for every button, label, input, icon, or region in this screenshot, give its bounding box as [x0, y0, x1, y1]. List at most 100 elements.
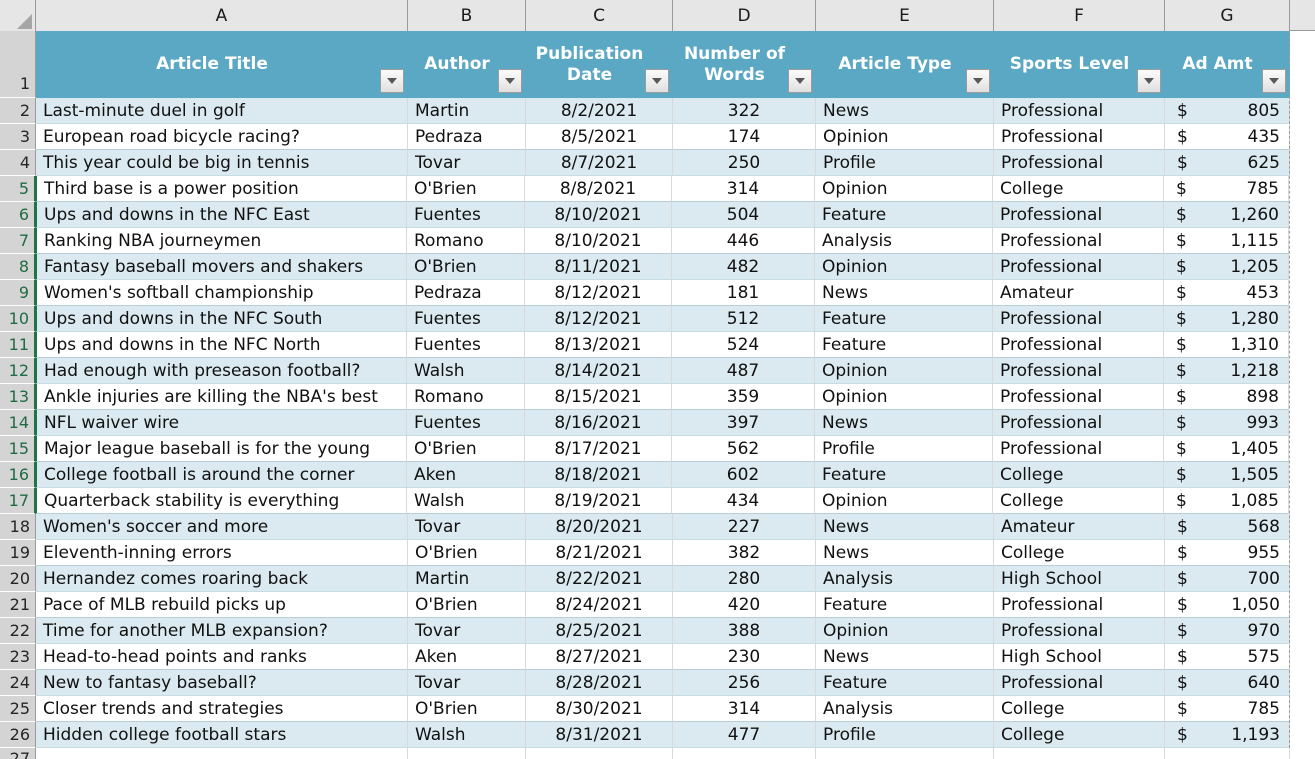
- table-row[interactable]: 24 New to fantasy baseball? Tovar 8/28/2021…: [0, 670, 1315, 696]
- cell-article-type[interactable]: Feature: [815, 332, 993, 358]
- column-header-d[interactable]: D: [673, 0, 816, 31]
- cell-author[interactable]: Romano: [407, 228, 525, 254]
- row-header-1[interactable]: 1: [0, 31, 36, 98]
- cell-publication-date[interactable]: 8/20/2021: [526, 514, 673, 540]
- cell-article-title[interactable]: Women's softball championship: [35, 280, 407, 306]
- cell-article-type[interactable]: Opinion: [815, 384, 993, 410]
- cell-sports-level[interactable]: Professional: [993, 384, 1164, 410]
- cell-ad-amt[interactable]: $898: [1164, 384, 1289, 410]
- cell-article-title[interactable]: Ups and downs in the NFC North: [35, 332, 407, 358]
- row-header-number[interactable]: 16: [0, 462, 36, 488]
- cell-number-of-words[interactable]: 512: [672, 306, 815, 332]
- cell-article-title[interactable]: Third base is a power position: [35, 176, 407, 202]
- cell-sports-level[interactable]: Professional: [994, 150, 1165, 176]
- cell-ad-amt[interactable]: $1,193: [1165, 722, 1290, 748]
- cell-article-type[interactable]: Analysis: [816, 696, 994, 722]
- row-header-number[interactable]: 23: [0, 644, 36, 670]
- cell-publication-date[interactable]: 8/10/2021: [525, 228, 672, 254]
- cell-article-title[interactable]: Time for another MLB expansion?: [36, 618, 408, 644]
- cell-publication-date[interactable]: 8/18/2021: [525, 462, 672, 488]
- table-row[interactable]: 10 Ups and downs in the NFC South Fuentes 8…: [0, 306, 1315, 332]
- cell-publication-date[interactable]: 8/25/2021: [526, 618, 673, 644]
- cell-publication-date[interactable]: 8/2/2021: [526, 98, 673, 124]
- cell-publication-date[interactable]: 8/17/2021: [525, 436, 672, 462]
- cell-article-type[interactable]: Opinion: [815, 176, 993, 202]
- column-header-c[interactable]: C: [526, 0, 673, 31]
- cell-number-of-words[interactable]: 314: [673, 696, 816, 722]
- filter-dropdown-button[interactable]: [380, 69, 404, 93]
- cell-number-of-words[interactable]: 602: [672, 462, 815, 488]
- cell-number-of-words[interactable]: 446: [672, 228, 815, 254]
- cell-author[interactable]: Walsh: [408, 722, 526, 748]
- cell-ad-amt[interactable]: $1,310: [1164, 332, 1289, 358]
- cell-publication-date[interactable]: 8/8/2021: [525, 176, 672, 202]
- cell-number-of-words[interactable]: 382: [673, 540, 816, 566]
- cell-publication-date[interactable]: 8/7/2021: [526, 150, 673, 176]
- row-header-number[interactable]: 22: [0, 618, 36, 644]
- cell-number-of-words[interactable]: 482: [672, 254, 815, 280]
- cell-author[interactable]: O'Brien: [408, 696, 526, 722]
- table-row[interactable]: 15 Major league baseball is for the young…: [0, 436, 1315, 462]
- cell-author[interactable]: O'Brien: [407, 254, 525, 280]
- cell-sports-level[interactable]: College: [993, 488, 1164, 514]
- cell-article-type[interactable]: News: [815, 410, 993, 436]
- cell-number-of-words[interactable]: 280: [673, 566, 816, 592]
- cell-ad-amt[interactable]: $1,205: [1164, 254, 1289, 280]
- cell-article-type[interactable]: News: [816, 644, 994, 670]
- cell-ad-amt[interactable]: $453: [1164, 280, 1289, 306]
- table-row[interactable]: 5 Third base is a power position O'Brien 8/…: [0, 176, 1315, 202]
- cell-empty[interactable]: [994, 748, 1165, 759]
- cell-article-title[interactable]: Women's soccer and more: [36, 514, 408, 540]
- table-row[interactable]: 22 Time for another MLB expansion? Tovar 8/…: [0, 618, 1315, 644]
- cell-ad-amt[interactable]: $640: [1165, 670, 1290, 696]
- row-header-number[interactable]: 13: [0, 384, 36, 410]
- cell-sports-level[interactable]: Professional: [993, 436, 1164, 462]
- column-header-g[interactable]: G: [1165, 0, 1290, 31]
- cell-article-type[interactable]: Feature: [816, 670, 994, 696]
- row-header-number[interactable]: 6: [0, 202, 36, 228]
- cell-publication-date[interactable]: 8/30/2021: [526, 696, 673, 722]
- cell-publication-date[interactable]: 8/10/2021: [525, 202, 672, 228]
- cell-sports-level[interactable]: College: [994, 696, 1165, 722]
- cell-article-title[interactable]: This year could be big in tennis: [36, 150, 408, 176]
- cell-author[interactable]: O'Brien: [408, 540, 526, 566]
- cell-ad-amt[interactable]: $1,218: [1164, 358, 1289, 384]
- cell-publication-date[interactable]: 8/12/2021: [525, 280, 672, 306]
- row-header-number[interactable]: 7: [0, 228, 36, 254]
- cell-article-type[interactable]: News: [815, 280, 993, 306]
- cell-publication-date[interactable]: 8/5/2021: [526, 124, 673, 150]
- cell-article-type[interactable]: Opinion: [816, 124, 994, 150]
- filter-dropdown-button[interactable]: [645, 69, 669, 93]
- table-row[interactable]: 6 Ups and downs in the NFC East Fuentes 8/1…: [0, 202, 1315, 228]
- cell-article-title[interactable]: Head-to-head points and ranks: [36, 644, 408, 670]
- cell-author[interactable]: O'Brien: [407, 436, 525, 462]
- cell-publication-date[interactable]: 8/24/2021: [526, 592, 673, 618]
- cell-ad-amt[interactable]: $1,050: [1165, 592, 1290, 618]
- select-all-corner[interactable]: [0, 0, 36, 31]
- cell-author[interactable]: Aken: [407, 462, 525, 488]
- table-row[interactable]: 8 Fantasy baseball movers and shakers O'Br…: [0, 254, 1315, 280]
- table-row[interactable]: 14 NFL waiver wire Fuentes 8/16/2021 397 News…: [0, 410, 1315, 436]
- filter-dropdown-button[interactable]: [498, 69, 522, 93]
- row-header-number[interactable]: 18: [0, 514, 36, 540]
- cell-empty[interactable]: [816, 748, 994, 759]
- cell-author[interactable]: Tovar: [408, 618, 526, 644]
- cell-ad-amt[interactable]: $785: [1164, 176, 1289, 202]
- row-header-number[interactable]: 26: [0, 722, 36, 748]
- cell-article-type[interactable]: Opinion: [815, 358, 993, 384]
- cell-article-type[interactable]: Analysis: [815, 228, 993, 254]
- cell-author[interactable]: O'Brien: [407, 176, 525, 202]
- cell-publication-date[interactable]: 8/11/2021: [525, 254, 672, 280]
- cell-number-of-words[interactable]: 314: [672, 176, 815, 202]
- cell-ad-amt[interactable]: $435: [1165, 124, 1290, 150]
- cell-number-of-words[interactable]: 562: [672, 436, 815, 462]
- cell-article-title[interactable]: Pace of MLB rebuild picks up: [36, 592, 408, 618]
- filter-dropdown-button[interactable]: [966, 69, 990, 93]
- cell-ad-amt[interactable]: $993: [1164, 410, 1289, 436]
- cell-ad-amt[interactable]: $1,505: [1164, 462, 1289, 488]
- table-header-cell[interactable]: Sports Level: [994, 31, 1165, 98]
- cell-number-of-words[interactable]: 227: [673, 514, 816, 540]
- table-row[interactable]: 18 Women's soccer and more Tovar 8/20/2021 2…: [0, 514, 1315, 540]
- row-header-number[interactable]: 11: [0, 332, 36, 358]
- cell-number-of-words[interactable]: 420: [673, 592, 816, 618]
